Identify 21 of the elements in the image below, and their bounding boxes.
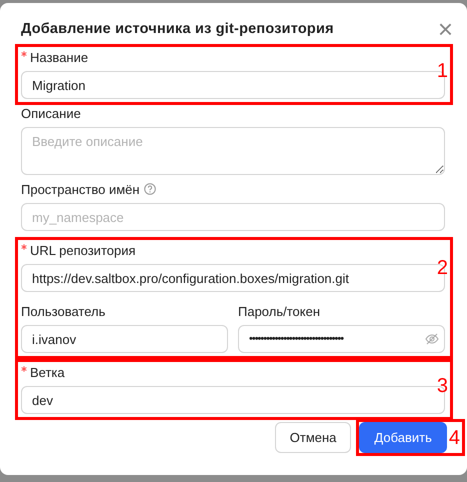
- text-field[interactable]: i.ivanov: [21, 325, 228, 353]
- required-asterisk-icon: [21, 244, 27, 250]
- dialog-title: Добавление источника из git-репозитория: [21, 21, 334, 37]
- cancel-button[interactable]: Отмена: [274, 422, 352, 453]
- field-label: Ветка: [30, 364, 65, 380]
- required-asterisk-icon: [21, 366, 27, 372]
- help-icon[interactable]: [144, 183, 156, 195]
- add-button[interactable]: Добавить: [359, 422, 447, 453]
- text-field[interactable]: my_namespace: [21, 203, 445, 231]
- required-asterisk-icon: [21, 51, 27, 57]
- field-label: Пароль/токен: [238, 304, 320, 318]
- password-field[interactable]: •••••••••••••••••••••••••••••••••: [238, 325, 445, 353]
- field-label: Описание: [21, 106, 81, 120]
- field-label: Пространство имён: [21, 182, 140, 196]
- annotation-number: 4: [448, 428, 460, 448]
- close-button[interactable]: ×: [438, 19, 453, 39]
- field-label: Название: [30, 50, 88, 64]
- field-label: Пользователь: [21, 304, 106, 318]
- hidden-eye-icon[interactable]: [425, 332, 439, 346]
- description-field[interactable]: Введите описание: [21, 127, 445, 175]
- field-label: URL репозитория: [30, 242, 136, 258]
